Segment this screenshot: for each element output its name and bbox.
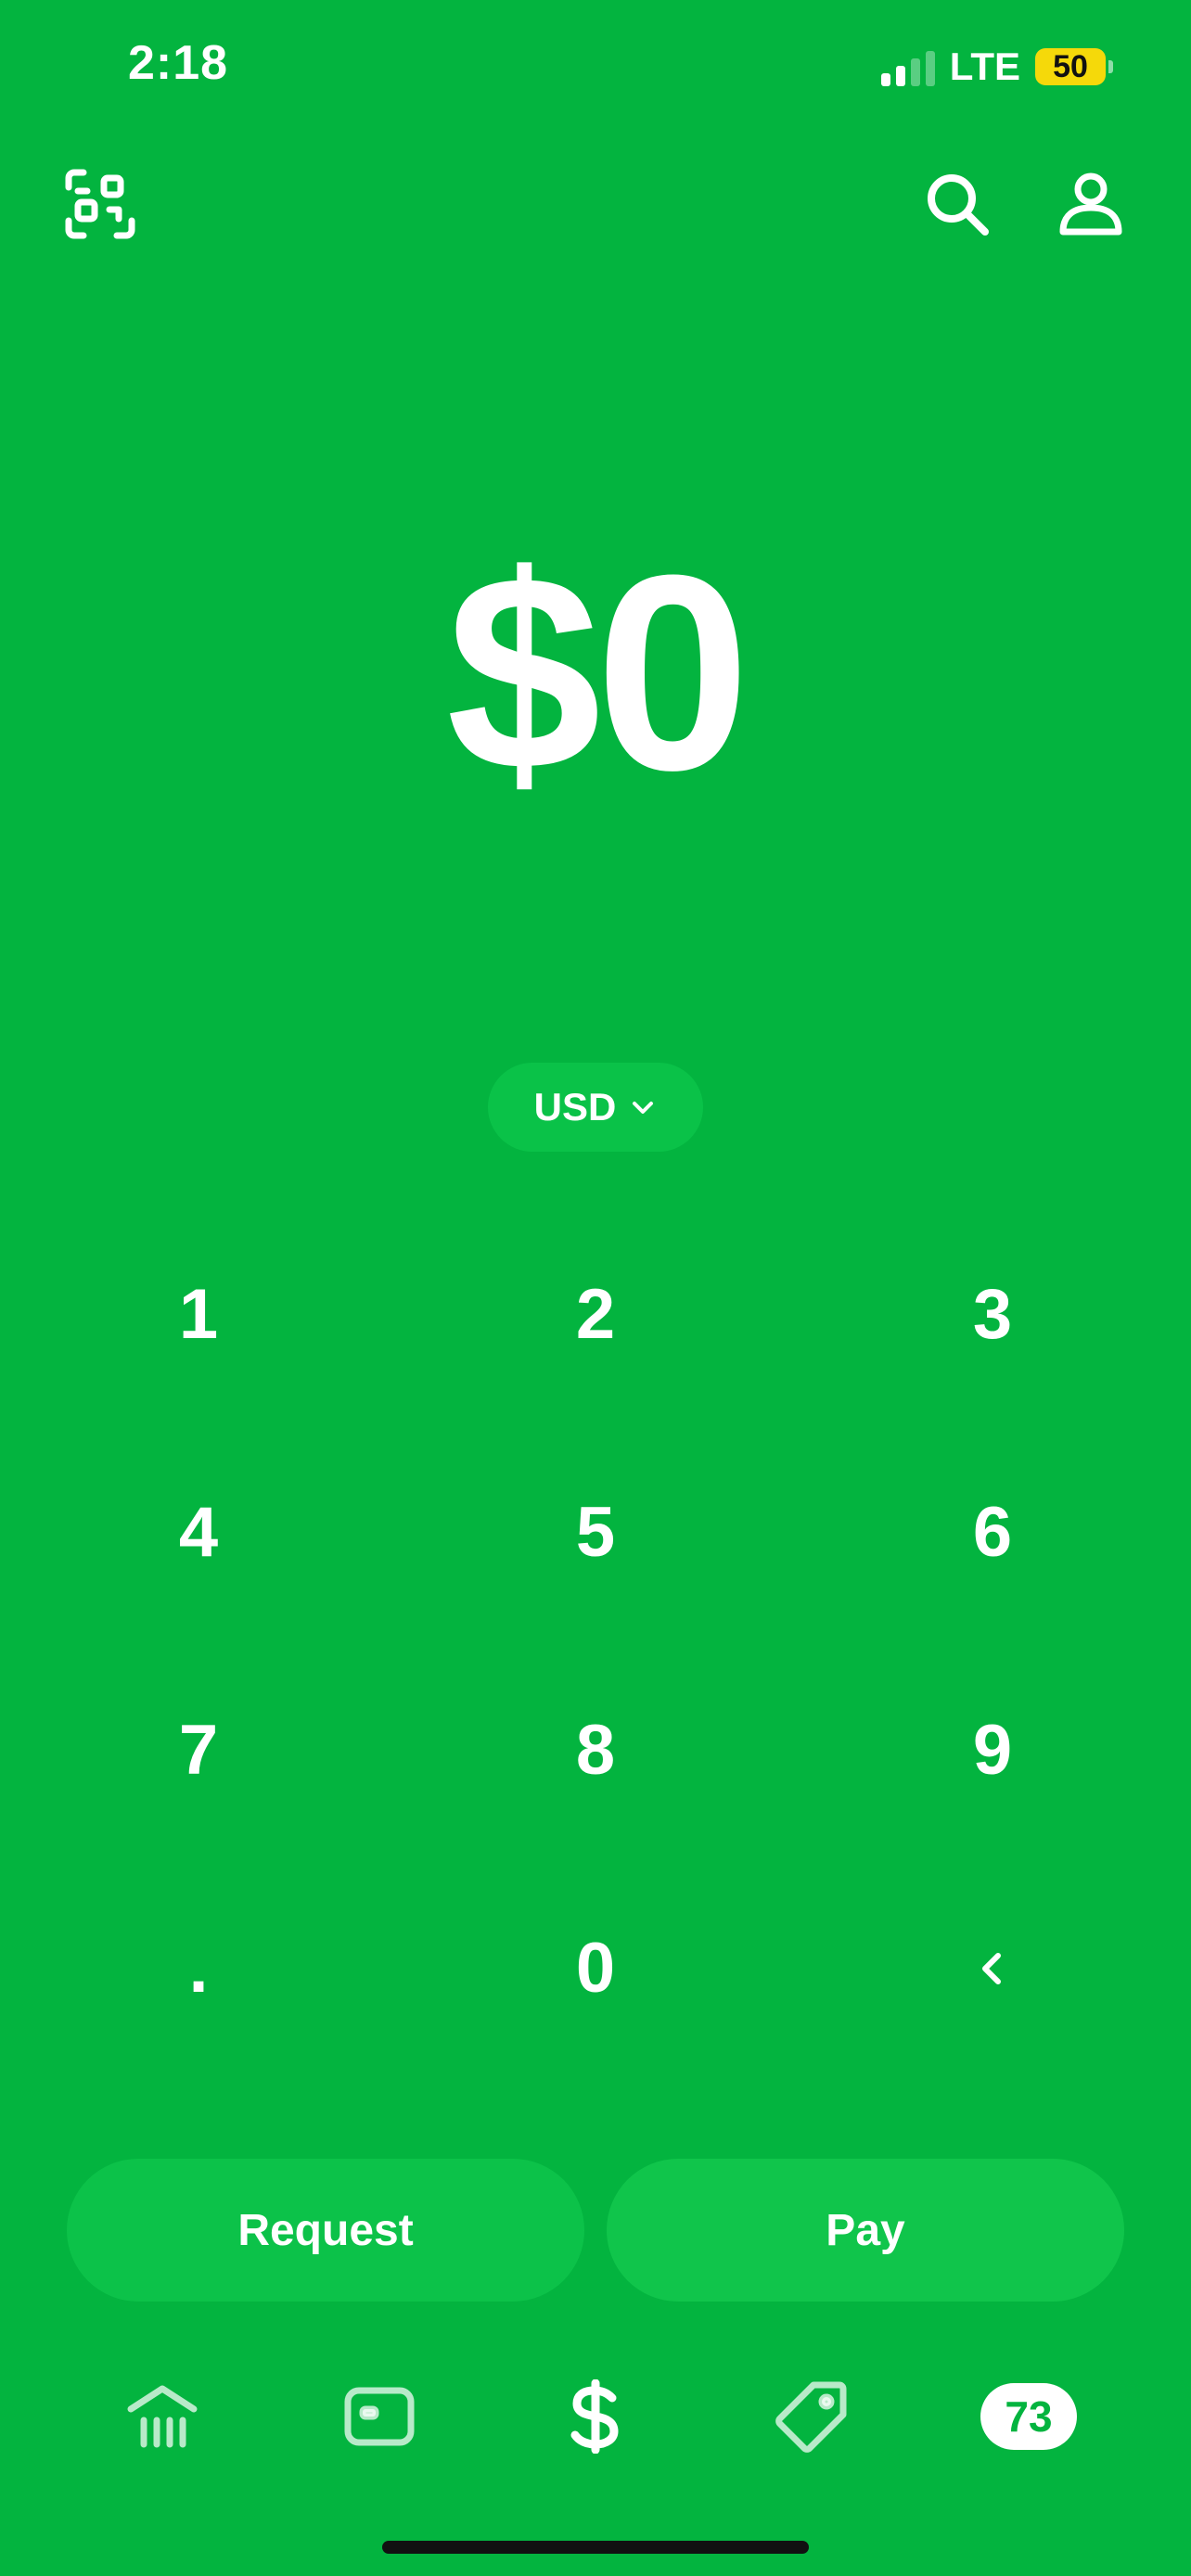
cash-app-screen: 2:18 LTE 50 $0 USD 1 2 3 4 5 6 7 8 9 . 0… — [0, 0, 1191, 2576]
home-indicator[interactable] — [382, 2541, 809, 2554]
activity-badge: 73 — [980, 2383, 1077, 2450]
bank-icon — [127, 2385, 198, 2448]
bottom-nav: 73 — [0, 2374, 1191, 2459]
key-backspace[interactable] — [794, 1859, 1191, 2077]
key-7[interactable]: 7 — [0, 1641, 397, 1859]
signal-strength-icon — [880, 47, 935, 86]
battery-level: 50 — [1035, 48, 1106, 85]
nav-item-card[interactable] — [328, 2374, 430, 2459]
network-type: LTE — [949, 45, 1020, 88]
nav-item-activity[interactable]: 73 — [978, 2374, 1080, 2459]
key-9[interactable]: 9 — [794, 1641, 1191, 1859]
currency-selector[interactable]: USD — [488, 1063, 703, 1152]
card-icon — [344, 2387, 415, 2446]
status-indicators: LTE 50 — [880, 45, 1113, 89]
pay-button[interactable]: Pay — [607, 2159, 1124, 2302]
number-keypad: 1 2 3 4 5 6 7 8 9 . 0 — [0, 1205, 1191, 2077]
key-6[interactable]: 6 — [794, 1423, 1191, 1641]
key-1[interactable]: 1 — [0, 1205, 397, 1423]
nav-item-offers[interactable] — [761, 2374, 863, 2459]
key-4[interactable]: 4 — [0, 1423, 397, 1641]
qr-scan-icon[interactable] — [63, 167, 137, 241]
chevron-left-icon — [982, 1952, 1001, 1984]
request-button[interactable]: Request — [67, 2159, 584, 2302]
search-icon[interactable] — [920, 167, 994, 241]
key-5[interactable]: 5 — [397, 1423, 794, 1641]
chevron-down-icon — [633, 1102, 654, 1114]
key-decimal[interactable]: . — [0, 1859, 397, 2077]
battery-icon: 50 — [1035, 48, 1113, 85]
status-time: 2:18 — [128, 36, 229, 90]
dollar-icon — [570, 2379, 619, 2454]
profile-icon[interactable] — [1054, 167, 1128, 241]
key-8[interactable]: 8 — [397, 1641, 794, 1859]
key-0[interactable]: 0 — [397, 1859, 794, 2077]
currency-label: USD — [533, 1085, 617, 1129]
tag-icon — [775, 2381, 847, 2453]
nav-item-banking[interactable] — [111, 2374, 213, 2459]
key-3[interactable]: 3 — [794, 1205, 1191, 1423]
key-2[interactable]: 2 — [397, 1205, 794, 1423]
nav-item-payments[interactable] — [544, 2374, 647, 2459]
amount-display: $0 — [446, 516, 750, 828]
